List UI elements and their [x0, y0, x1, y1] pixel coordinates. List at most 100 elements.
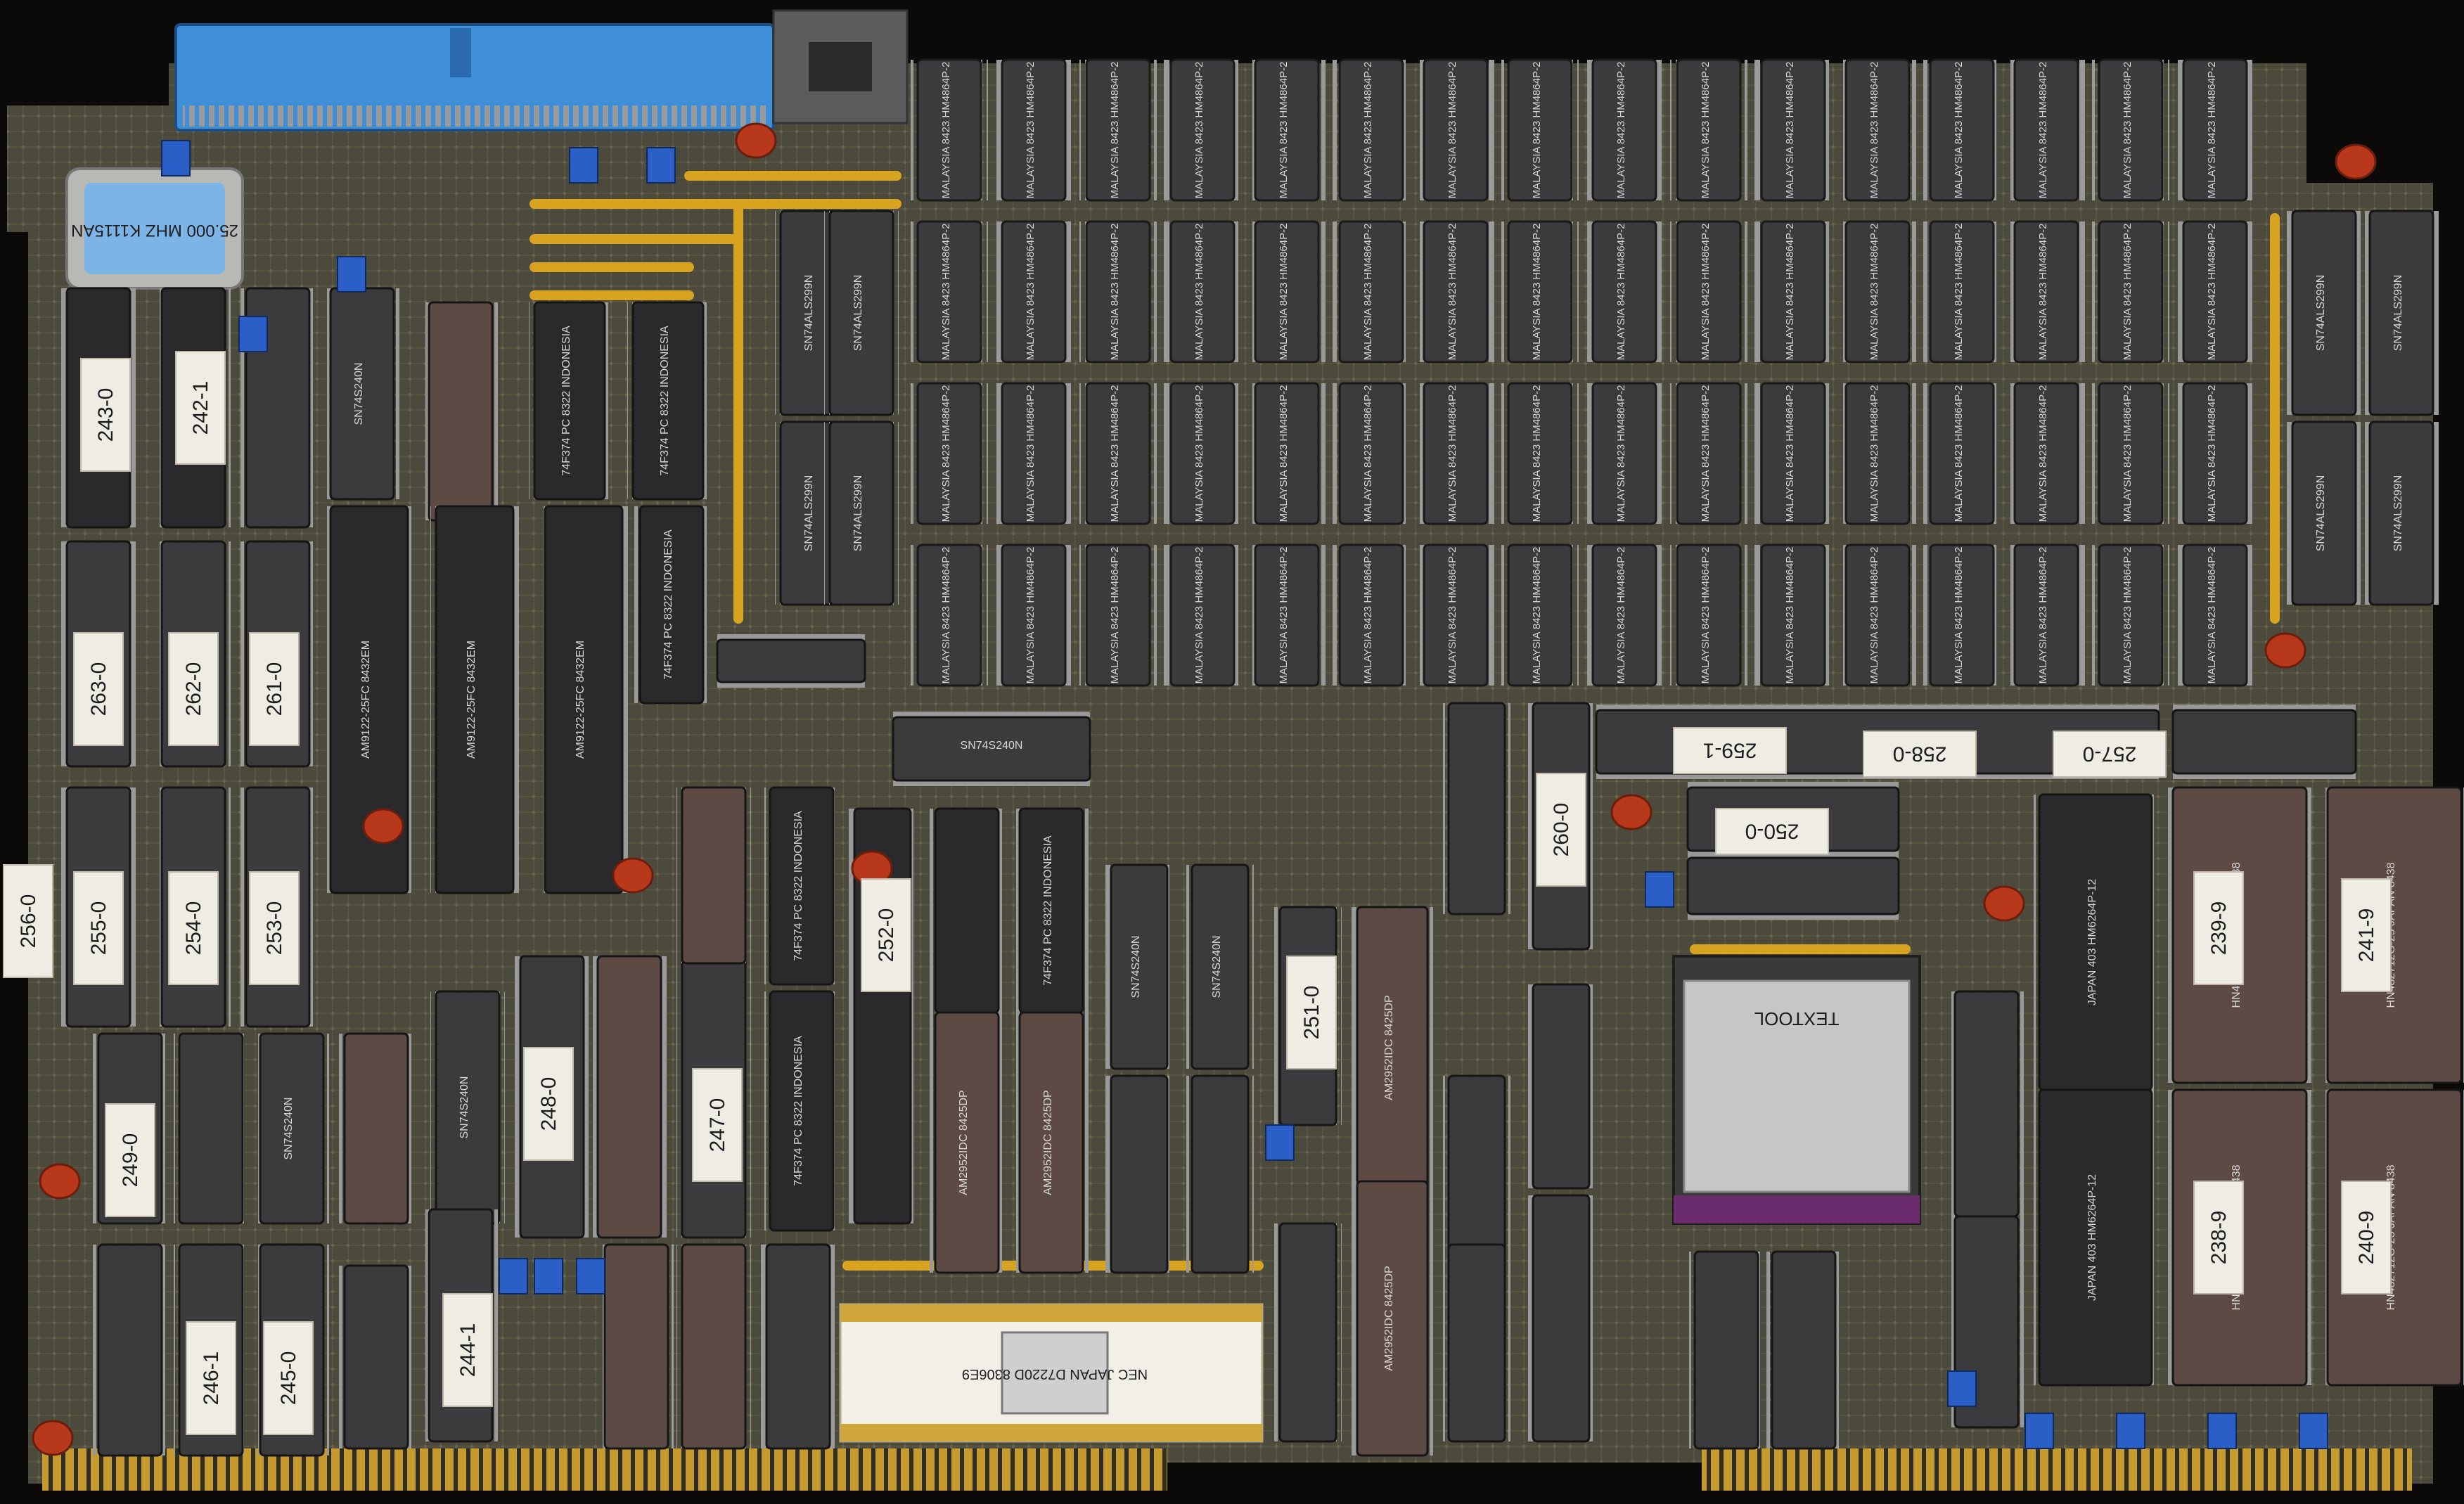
svg-text:MALAYSIA 8423 HM4864P-2: MALAYSIA 8423 HM4864P-2 [1446, 547, 1458, 684]
ram-chip: MALAYSIA 8423 HM4864P-2 [1670, 382, 1747, 525]
chip-label: 244-1 [442, 1293, 493, 1407]
svg-text:AM9122-25FC 8432EM: AM9122-25FC 8432EM [360, 641, 372, 759]
jumper-block [2025, 1413, 2054, 1449]
chip-label: 263-0 [73, 632, 124, 746]
ic-chip [599, 1243, 674, 1450]
chip-label: 262-0 [168, 632, 219, 746]
ic-chip [423, 301, 498, 522]
ram-chip: MALAYSIA 8423 HM4864P-2 [1164, 544, 1241, 687]
ic-chip: AM2952IDC 8425DP [1352, 1180, 1433, 1457]
ic-chip [93, 1243, 167, 1457]
svg-text:MALAYSIA 8423 HM4864P-2: MALAYSIA 8423 HM4864P-2 [1531, 385, 1543, 522]
ic-chip: 74F374 PC 8322 INDONESIA [627, 301, 709, 501]
svg-text:261-0: 261-0 [263, 662, 286, 716]
svg-text:AM2952IDC 8425DP: AM2952IDC 8425DP [1383, 1266, 1395, 1370]
ic-chip [676, 1243, 751, 1450]
svg-text:MALAYSIA 8423 HM4864P-2: MALAYSIA 8423 HM4864P-2 [2037, 62, 2049, 199]
ram-chip: MALAYSIA 8423 HM4864P-2 [911, 220, 988, 364]
svg-text:MALAYSIA 8423 HM4864P-2: MALAYSIA 8423 HM4864P-2 [1025, 547, 1037, 684]
chip-label: 239-9 [2193, 871, 2244, 985]
ic-chip: AM2952IDC 8425DP [1352, 906, 1433, 1190]
svg-text:MALAYSIA 8423 HM4864P-2: MALAYSIA 8423 HM4864P-2 [2122, 385, 2133, 522]
svg-text:SN74S240N: SN74S240N [458, 1076, 470, 1139]
svg-text:MALAYSIA 8423 HM4864P-2: MALAYSIA 8423 HM4864P-2 [1362, 385, 1374, 522]
ram-chip: MALAYSIA 8423 HM4864P-2 [1164, 220, 1241, 364]
svg-text:MALAYSIA 8423 HM4864P-2: MALAYSIA 8423 HM4864P-2 [1531, 62, 1543, 199]
chip-label: 256-0 [3, 864, 53, 978]
ic-chip: SN74S240N [892, 712, 1091, 786]
svg-text:SN74ALS299N: SN74ALS299N [2392, 275, 2404, 352]
ic-chip [1686, 852, 1900, 920]
ic-chip: 74F374 PC 8322 INDONESIA [529, 301, 610, 501]
ic-chip: SN74S240N [430, 990, 505, 1225]
svg-text:MALAYSIA 8423 HM4864P-2: MALAYSIA 8423 HM4864P-2 [1868, 224, 1880, 361]
ram-chip: MALAYSIA 8423 HM4864P-2 [1079, 220, 1157, 364]
ram-chip: MALAYSIA 8423 HM4864P-2 [1248, 58, 1326, 202]
chip-label: 250-0 [1715, 808, 1829, 855]
svg-text:MALAYSIA 8423 HM4864P-2: MALAYSIA 8423 HM4864P-2 [1953, 385, 1965, 522]
svg-text:NEC JAPAN D7220D 8306E9: NEC JAPAN D7220D 8306E9 [962, 1366, 1148, 1382]
ram-chip: MALAYSIA 8423 HM4864P-2 [911, 58, 988, 202]
svg-text:MALAYSIA 8423 HM4864P-2: MALAYSIA 8423 HM4864P-2 [1953, 224, 1965, 361]
ram-chip: MALAYSIA 8423 HM4864P-2 [1417, 382, 1494, 525]
capacitor [1983, 885, 2025, 922]
svg-text:MALAYSIA 8423 HM4864P-2: MALAYSIA 8423 HM4864P-2 [1868, 385, 1880, 522]
capacitor [2335, 143, 2377, 180]
svg-text:253-0: 253-0 [263, 901, 286, 956]
svg-text:MALAYSIA 8423 HM4864P-2: MALAYSIA 8423 HM4864P-2 [1615, 62, 1627, 199]
jumper-block [1645, 871, 1674, 908]
ram-chip: MALAYSIA 8423 HM4864P-2 [2176, 544, 2254, 687]
svg-text:239-9: 239-9 [2207, 901, 2231, 956]
svg-text:MALAYSIA 8423 HM4864P-2: MALAYSIA 8423 HM4864P-2 [1784, 62, 1796, 199]
ram-chip: MALAYSIA 8423 HM4864P-2 [2092, 544, 2169, 687]
ic-chip [1527, 983, 1595, 1190]
ic-chip: AM2952IDC 8425DP [1014, 1011, 1089, 1274]
svg-text:MALAYSIA 8423 HM4864P-2: MALAYSIA 8423 HM4864P-2 [1868, 547, 1880, 684]
ic-chip: SN74ALS299N [2364, 420, 2439, 606]
svg-text:MALAYSIA 8423 HM4864P-2: MALAYSIA 8423 HM4864P-2 [1025, 62, 1037, 199]
svg-text:MALAYSIA 8423 HM4864P-2: MALAYSIA 8423 HM4864P-2 [2122, 224, 2133, 361]
ic-chip [676, 786, 751, 965]
ram-chip: MALAYSIA 8423 HM4864P-2 [1164, 382, 1241, 525]
chip-label: 243-0 [80, 358, 131, 472]
ram-chip: MALAYSIA 8423 HM4864P-2 [1333, 58, 1410, 202]
ram-chip: MALAYSIA 8423 HM4864P-2 [1670, 220, 1747, 364]
capacitor [735, 122, 777, 159]
ram-chip: MALAYSIA 8423 HM4864P-2 [1586, 58, 1663, 202]
crystal-oscillator: 25.000 MHZ K1115AN [65, 167, 244, 290]
ram-chip: MALAYSIA 8423 HM4864P-2 [1839, 382, 1916, 525]
svg-text:MALAYSIA 8423 HM4864P-2: MALAYSIA 8423 HM4864P-2 [1025, 385, 1037, 522]
ram-chip: MALAYSIA 8423 HM4864P-2 [2008, 544, 2085, 687]
jumper-block [499, 1258, 528, 1294]
ram-chip: MALAYSIA 8423 HM4864P-2 [1754, 58, 1832, 202]
chip-label: 247-0 [692, 1068, 743, 1182]
chip-label: 238-9 [2193, 1181, 2244, 1294]
svg-text:74F374 PC 8322 INDONESIA: 74F374 PC 8322 INDONESIA [659, 326, 671, 476]
ram-chip: MALAYSIA 8423 HM4864P-2 [1754, 382, 1832, 525]
chip-label: 261-0 [249, 632, 300, 746]
svg-text:74F374 PC 8322 INDONESIA: 74F374 PC 8322 INDONESIA [560, 326, 572, 476]
svg-text:AM2952IDC 8425DP: AM2952IDC 8425DP [1042, 1090, 1054, 1195]
svg-text:240-9: 240-9 [2355, 1211, 2378, 1265]
jumper-block [2207, 1413, 2237, 1449]
capacitor [362, 808, 404, 844]
svg-text:250-0: 250-0 [1745, 820, 1799, 843]
ram-chip: MALAYSIA 8423 HM4864P-2 [2008, 58, 2085, 202]
ram-chip: MALAYSIA 8423 HM4864P-2 [995, 382, 1072, 525]
svg-text:SN74S240N: SN74S240N [1130, 936, 1142, 998]
svg-text:MALAYSIA 8423 HM4864P-2: MALAYSIA 8423 HM4864P-2 [1953, 62, 1965, 199]
svg-text:TEXTOOL: TEXTOOL [1754, 1008, 1840, 1029]
textool-zif-socket: TEXTOOL [1672, 955, 1921, 1225]
svg-text:244-1: 244-1 [456, 1323, 480, 1377]
ram-chip: MALAYSIA 8423 HM4864P-2 [2176, 220, 2254, 364]
ic-chip: 74F374 PC 8322 INDONESIA [634, 505, 709, 705]
chip-label: 252-0 [861, 878, 911, 992]
capacitor [39, 1163, 81, 1200]
chip-label: 259-1 [1673, 727, 1787, 774]
svg-text:MALAYSIA 8423 HM4864P-2: MALAYSIA 8423 HM4864P-2 [1278, 547, 1290, 684]
jumper-block [569, 147, 598, 184]
ram-chip: MALAYSIA 8423 HM4864P-2 [1839, 544, 1916, 687]
svg-text:MALAYSIA 8423 HM4864P-2: MALAYSIA 8423 HM4864P-2 [1109, 547, 1121, 684]
svg-text:254-0: 254-0 [182, 901, 205, 956]
svg-text:MALAYSIA 8423 HM4864P-2: MALAYSIA 8423 HM4864P-2 [1193, 385, 1205, 522]
